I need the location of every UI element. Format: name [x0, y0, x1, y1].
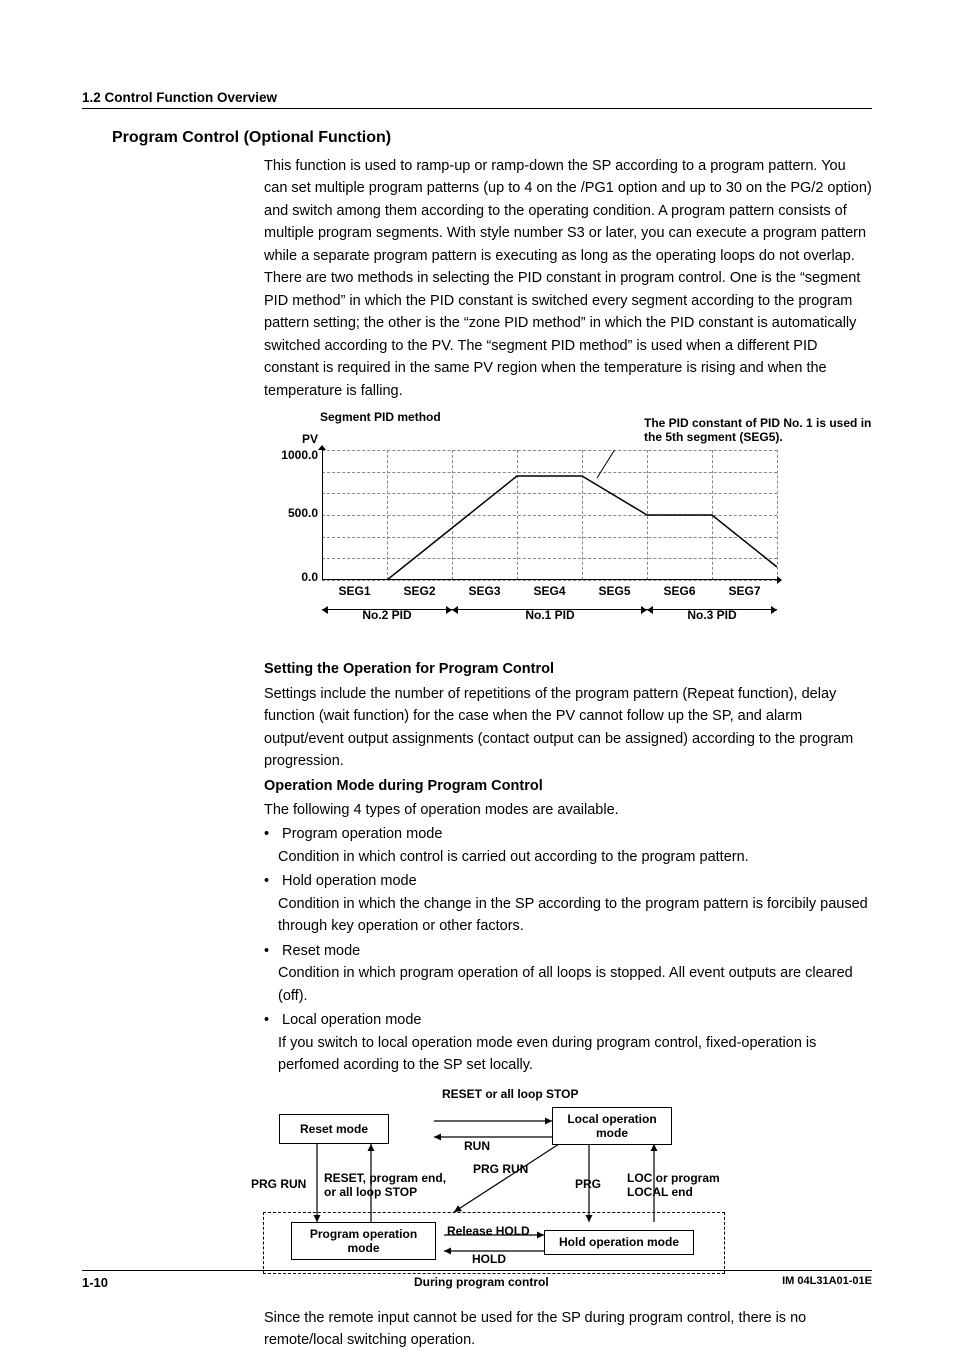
- flow-mid: PRG RUN: [473, 1162, 528, 1176]
- page-number: 1-10: [82, 1275, 108, 1290]
- flow-right-down: PRG: [575, 1177, 601, 1191]
- ytick-1000: 1000.0: [268, 448, 318, 462]
- opmode-item: Reset mode Condition in which program op…: [264, 940, 872, 1007]
- chart-plot-area: SEG1 SEG2 SEG3 SEG4 SEG5 SEG6 SEG7 No.2 …: [322, 450, 777, 580]
- ylabel: PV: [268, 432, 318, 446]
- opmode-list: Program operation mode Condition in whic…: [264, 823, 872, 1076]
- setting-heading: Setting the Operation for Program Contro…: [264, 658, 872, 680]
- opmode-name: Program operation mode: [282, 826, 442, 842]
- seg7-label: SEG7: [712, 584, 777, 598]
- flow-bot-up: Release HOLD: [447, 1224, 530, 1238]
- seg3-label: SEG3: [452, 584, 517, 598]
- pid-group-3: No.3 PID: [612, 608, 812, 622]
- opmode-item: Local operation mode If you switch to lo…: [264, 1009, 872, 1076]
- opmode-desc: Condition in which the change in the SP …: [278, 893, 872, 938]
- flow-left-down: PRG RUN: [251, 1177, 306, 1191]
- opmode-name: Hold operation mode: [282, 873, 417, 889]
- opmode-flowchart: Reset mode Local operation mode Program …: [259, 1087, 774, 1297]
- segment-pid-chart: Segment PID method The PID constant of P…: [284, 410, 824, 640]
- seg6-label: SEG6: [647, 584, 712, 598]
- seg5-label: SEG5: [582, 584, 647, 598]
- flow-reset-box: Reset mode: [279, 1114, 389, 1144]
- opmode-heading: Operation Mode during Program Control: [264, 775, 872, 797]
- doc-code: IM 04L31A01-01E: [782, 1275, 872, 1287]
- opmode-desc: Condition in which control is carried ou…: [278, 846, 872, 868]
- seg1-label: SEG1: [322, 584, 387, 598]
- closing-paragraph: Since the remote input cannot be used fo…: [264, 1307, 872, 1352]
- opmode-name: Local operation mode: [282, 1012, 421, 1028]
- seg2-label: SEG2: [387, 584, 452, 598]
- ytick-0: 0.0: [268, 570, 318, 584]
- flow-local-box: Local operation mode: [552, 1107, 672, 1145]
- flow-left-up: RESET, program end, or all loop STOP: [324, 1171, 459, 1199]
- ytick-500: 500.0: [268, 506, 318, 520]
- setting-body: Settings include the number of repetitio…: [264, 683, 872, 773]
- chart-title: Segment PID method: [320, 410, 441, 424]
- opmode-item: Program operation mode Condition in whic…: [264, 823, 872, 868]
- flow-bot-down: HOLD: [472, 1252, 506, 1266]
- opmode-intro: The following 4 types of operation modes…: [264, 799, 872, 821]
- page-title: Program Control (Optional Function): [112, 129, 872, 147]
- page-footer: 1-10 IM 04L31A01-01E: [82, 1270, 872, 1291]
- chart-line: [322, 476, 777, 580]
- opmode-desc: Condition in which program operation of …: [278, 962, 872, 1007]
- flow-top-down: RUN: [464, 1139, 490, 1153]
- chart-annotation: The PID constant of PID No. 1 is used in…: [644, 416, 884, 444]
- flow-top-up: RESET or all loop STOP: [442, 1087, 547, 1101]
- flow-right-up: LOC or program LOCAL end: [627, 1171, 747, 1199]
- opmode-item: Hold operation mode Condition in which t…: [264, 870, 872, 937]
- seg4-label: SEG4: [517, 584, 582, 598]
- intro-paragraph: This function is used to ramp-up or ramp…: [264, 155, 872, 402]
- opmode-desc: If you switch to local operation mode ev…: [278, 1032, 872, 1077]
- opmode-name: Reset mode: [282, 943, 360, 959]
- section-header: 1.2 Control Function Overview: [82, 90, 872, 109]
